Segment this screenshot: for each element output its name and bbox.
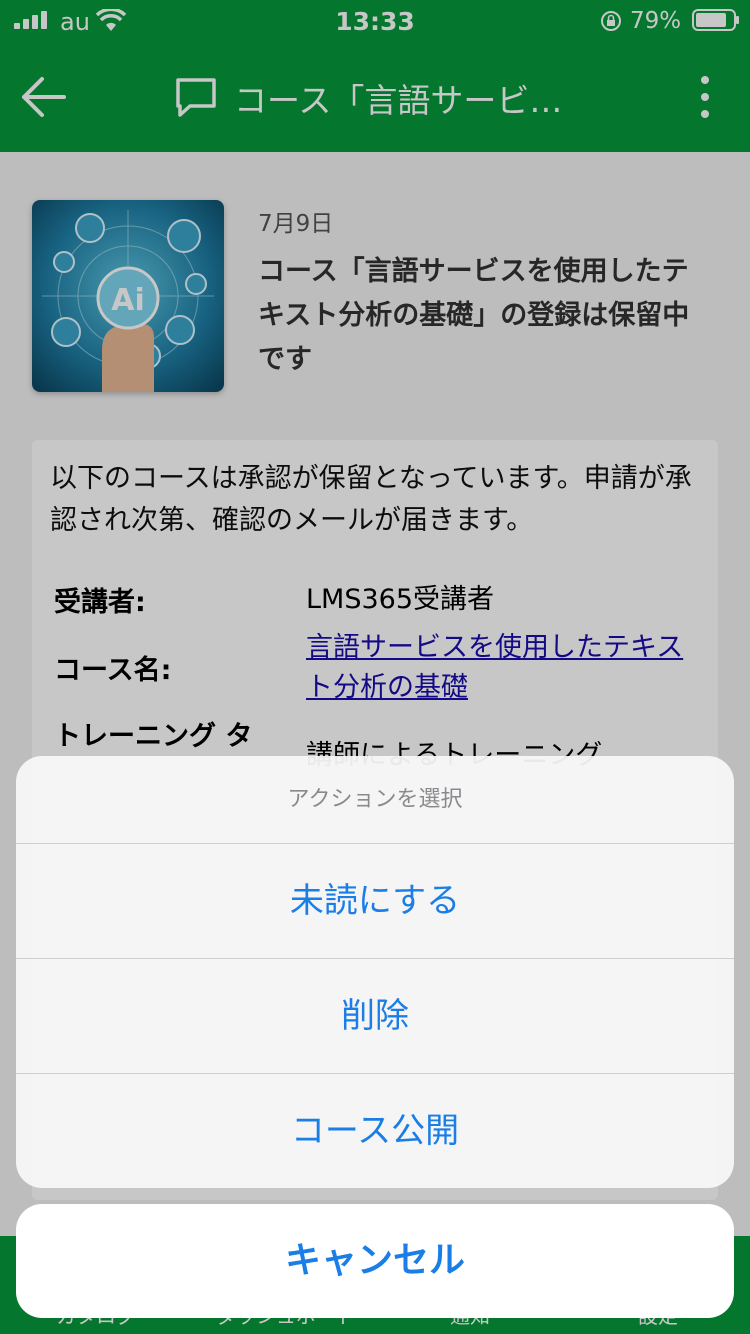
- action-sheet-title: アクションを選択: [16, 756, 734, 844]
- course-publish-button[interactable]: コース公開: [16, 1074, 734, 1188]
- cancel-button[interactable]: キャンセル: [16, 1204, 734, 1318]
- mark-unread-button[interactable]: 未読にする: [16, 844, 734, 959]
- delete-button[interactable]: 削除: [16, 959, 734, 1074]
- action-sheet: アクションを選択 未読にする 削除 コース公開: [16, 756, 734, 1188]
